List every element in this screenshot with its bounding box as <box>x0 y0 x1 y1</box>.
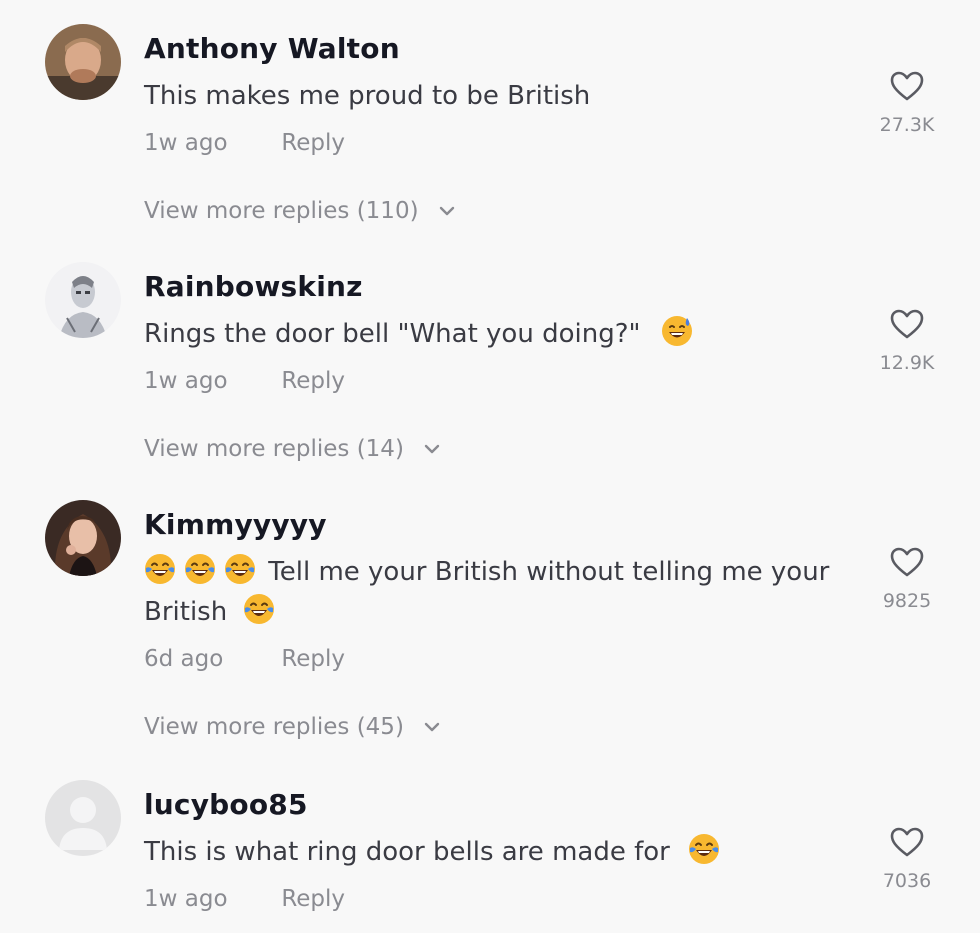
reply-button[interactable]: Reply <box>281 130 345 156</box>
comment-username[interactable]: Kimmyyyyy <box>144 508 327 541</box>
joy-emoji <box>688 833 720 865</box>
like-count: 7036 <box>882 870 932 892</box>
comment-time: 6d ago <box>144 646 224 672</box>
joy-emoji <box>243 593 275 625</box>
joy-emoji <box>144 553 176 585</box>
heart-outline-icon[interactable] <box>889 546 925 578</box>
sweat-smile-emoji <box>661 315 693 347</box>
view-more-replies-button[interactable]: View more replies (110) <box>144 198 456 224</box>
comment-username[interactable]: Rainbowskinz <box>144 270 363 303</box>
heart-outline-icon[interactable] <box>889 826 925 858</box>
avatar[interactable] <box>45 780 121 856</box>
heart-outline-icon[interactable] <box>889 70 925 102</box>
chevron-down-icon <box>438 205 456 217</box>
comment-text: Tell me your British without telling me … <box>144 552 844 632</box>
avatar[interactable] <box>45 24 121 100</box>
comment-username[interactable]: lucyboo85 <box>144 788 308 821</box>
chevron-down-icon <box>423 721 441 733</box>
reply-button[interactable]: Reply <box>281 886 345 912</box>
comment-time: 1w ago <box>144 130 228 156</box>
like-count: 27.3K <box>879 114 935 136</box>
comment-meta: 1w ago Reply <box>144 368 345 394</box>
comment-text: This is what ring door bells are made fo… <box>144 832 844 872</box>
reply-button[interactable]: Reply <box>281 368 345 394</box>
comment-text-content: Rings the door bell "What you doing?" <box>144 319 641 349</box>
like-container: 27.3K <box>870 70 944 136</box>
joy-emoji <box>224 553 256 585</box>
like-count: 9825 <box>882 590 932 612</box>
view-more-replies-label: View more replies (45) <box>144 714 404 740</box>
reply-button[interactable]: Reply <box>281 646 345 672</box>
heart-outline-icon[interactable] <box>889 308 925 340</box>
joy-emoji <box>184 553 216 585</box>
comment-meta: 6d ago Reply <box>144 646 345 672</box>
comment-meta: 1w ago Reply <box>144 130 345 156</box>
view-more-replies-button[interactable]: View more replies (14) <box>144 436 441 462</box>
avatar[interactable] <box>45 500 121 576</box>
comment-text-content: Tell me your British without telling me … <box>268 557 830 587</box>
comment-username[interactable]: Anthony Walton <box>144 32 400 65</box>
view-more-replies-label: View more replies (14) <box>144 436 404 462</box>
avatar[interactable] <box>45 262 121 338</box>
chevron-down-icon <box>423 443 441 455</box>
comment-text-content: This is what ring door bells are made fo… <box>144 837 670 867</box>
comment-time: 1w ago <box>144 886 228 912</box>
comment-text-content: British <box>144 597 228 627</box>
like-container: 9825 <box>870 546 944 612</box>
comment-text: This makes me proud to be British <box>144 76 844 116</box>
comment-text-content: This makes me proud to be British <box>144 81 591 111</box>
comment-time: 1w ago <box>144 368 228 394</box>
comment-meta: 1w ago Reply <box>144 886 345 912</box>
like-count: 12.9K <box>879 352 935 374</box>
like-container: 7036 <box>870 826 944 892</box>
comment-text: Rings the door bell "What you doing?" <box>144 314 844 354</box>
view-more-replies-button[interactable]: View more replies (45) <box>144 714 441 740</box>
like-container: 12.9K <box>870 308 944 374</box>
view-more-replies-label: View more replies (110) <box>144 198 419 224</box>
